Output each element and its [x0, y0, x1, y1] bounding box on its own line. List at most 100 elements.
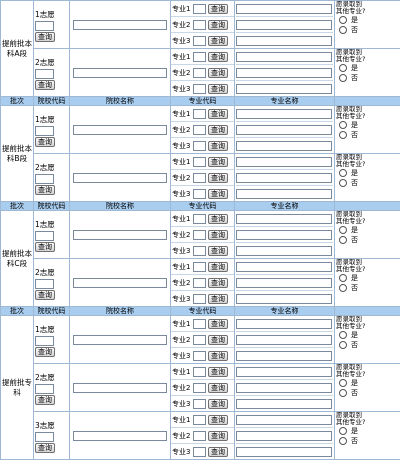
- major-query-button[interactable]: 查询: [208, 84, 228, 94]
- major-query-button[interactable]: 查询: [208, 415, 228, 425]
- major-query-button[interactable]: 查询: [208, 230, 228, 240]
- major-code-input[interactable]: [193, 431, 206, 441]
- major-name-input[interactable]: [236, 351, 332, 361]
- major-code-input[interactable]: [193, 125, 206, 135]
- school-code-input[interactable]: [35, 69, 54, 79]
- school-query-button[interactable]: 查询: [35, 395, 55, 405]
- adjust-yes-radio[interactable]: [339, 169, 347, 177]
- major-query-button[interactable]: 查询: [208, 4, 228, 14]
- school-query-button[interactable]: 查询: [35, 443, 55, 453]
- school-name-input[interactable]: [73, 173, 167, 183]
- major-name-input[interactable]: [236, 173, 332, 183]
- major-name-input[interactable]: [236, 52, 332, 62]
- school-name-input[interactable]: [73, 68, 167, 78]
- school-query-button[interactable]: 查询: [35, 137, 55, 147]
- major-code-input[interactable]: [193, 383, 206, 393]
- major-code-input[interactable]: [193, 214, 206, 224]
- major-code-input[interactable]: [193, 447, 206, 457]
- major-code-input[interactable]: [193, 189, 206, 199]
- adjust-yes-radio[interactable]: [339, 379, 347, 387]
- major-name-input[interactable]: [236, 262, 332, 272]
- school-code-input[interactable]: [35, 432, 54, 442]
- major-name-input[interactable]: [236, 383, 332, 393]
- adjust-yes-radio[interactable]: [339, 64, 347, 72]
- major-query-button[interactable]: 查询: [208, 125, 228, 135]
- major-query-button[interactable]: 查询: [208, 214, 228, 224]
- major-query-button[interactable]: 查询: [208, 278, 228, 288]
- school-code-input[interactable]: [35, 21, 54, 31]
- school-name-input[interactable]: [73, 431, 167, 441]
- major-name-input[interactable]: [236, 214, 332, 224]
- school-name-input[interactable]: [73, 230, 167, 240]
- major-query-button[interactable]: 查询: [208, 52, 228, 62]
- major-name-input[interactable]: [236, 125, 332, 135]
- major-code-input[interactable]: [193, 262, 206, 272]
- major-name-input[interactable]: [236, 4, 332, 14]
- major-code-input[interactable]: [193, 141, 206, 151]
- major-query-button[interactable]: 查询: [208, 109, 228, 119]
- major-name-input[interactable]: [236, 68, 332, 78]
- major-name-input[interactable]: [236, 189, 332, 199]
- school-code-input[interactable]: [35, 336, 54, 346]
- adjust-no-radio[interactable]: [339, 389, 347, 397]
- adjust-yes-radio[interactable]: [339, 274, 347, 282]
- school-code-input[interactable]: [35, 231, 54, 241]
- major-name-input[interactable]: [236, 84, 332, 94]
- major-code-input[interactable]: [193, 84, 206, 94]
- adjust-no-radio[interactable]: [339, 179, 347, 187]
- major-code-input[interactable]: [193, 4, 206, 14]
- school-name-input[interactable]: [73, 335, 167, 345]
- major-code-input[interactable]: [193, 415, 206, 425]
- major-code-input[interactable]: [193, 335, 206, 345]
- school-name-input[interactable]: [73, 383, 167, 393]
- school-name-input[interactable]: [73, 20, 167, 30]
- major-query-button[interactable]: 查询: [208, 399, 228, 409]
- adjust-yes-radio[interactable]: [339, 226, 347, 234]
- school-query-button[interactable]: 查询: [35, 347, 55, 357]
- major-name-input[interactable]: [236, 141, 332, 151]
- major-name-input[interactable]: [236, 399, 332, 409]
- major-code-input[interactable]: [193, 173, 206, 183]
- major-code-input[interactable]: [193, 230, 206, 240]
- adjust-no-radio[interactable]: [339, 284, 347, 292]
- major-code-input[interactable]: [193, 294, 206, 304]
- major-name-input[interactable]: [236, 36, 332, 46]
- major-name-input[interactable]: [236, 415, 332, 425]
- major-code-input[interactable]: [193, 68, 206, 78]
- major-code-input[interactable]: [193, 52, 206, 62]
- major-name-input[interactable]: [236, 335, 332, 345]
- major-code-input[interactable]: [193, 109, 206, 119]
- adjust-no-radio[interactable]: [339, 341, 347, 349]
- adjust-no-radio[interactable]: [339, 74, 347, 82]
- adjust-yes-radio[interactable]: [339, 427, 347, 435]
- major-query-button[interactable]: 查询: [208, 294, 228, 304]
- adjust-no-radio[interactable]: [339, 236, 347, 244]
- school-name-input[interactable]: [73, 125, 167, 135]
- school-query-button[interactable]: 查询: [35, 242, 55, 252]
- major-query-button[interactable]: 查询: [208, 36, 228, 46]
- major-query-button[interactable]: 查询: [208, 367, 228, 377]
- major-code-input[interactable]: [193, 20, 206, 30]
- major-code-input[interactable]: [193, 157, 206, 167]
- major-query-button[interactable]: 查询: [208, 189, 228, 199]
- major-code-input[interactable]: [193, 319, 206, 329]
- school-query-button[interactable]: 查询: [35, 32, 55, 42]
- adjust-no-radio[interactable]: [339, 131, 347, 139]
- major-code-input[interactable]: [193, 367, 206, 377]
- adjust-no-radio[interactable]: [339, 26, 347, 34]
- major-query-button[interactable]: 查询: [208, 319, 228, 329]
- major-name-input[interactable]: [236, 294, 332, 304]
- major-query-button[interactable]: 查询: [208, 68, 228, 78]
- adjust-yes-radio[interactable]: [339, 121, 347, 129]
- major-name-input[interactable]: [236, 367, 332, 377]
- major-query-button[interactable]: 查询: [208, 141, 228, 151]
- major-name-input[interactable]: [236, 319, 332, 329]
- major-query-button[interactable]: 查询: [208, 447, 228, 457]
- major-query-button[interactable]: 查询: [208, 351, 228, 361]
- major-query-button[interactable]: 查询: [208, 383, 228, 393]
- school-code-input[interactable]: [35, 384, 54, 394]
- major-query-button[interactable]: 查询: [208, 262, 228, 272]
- major-query-button[interactable]: 查询: [208, 431, 228, 441]
- major-name-input[interactable]: [236, 230, 332, 240]
- adjust-yes-radio[interactable]: [339, 16, 347, 24]
